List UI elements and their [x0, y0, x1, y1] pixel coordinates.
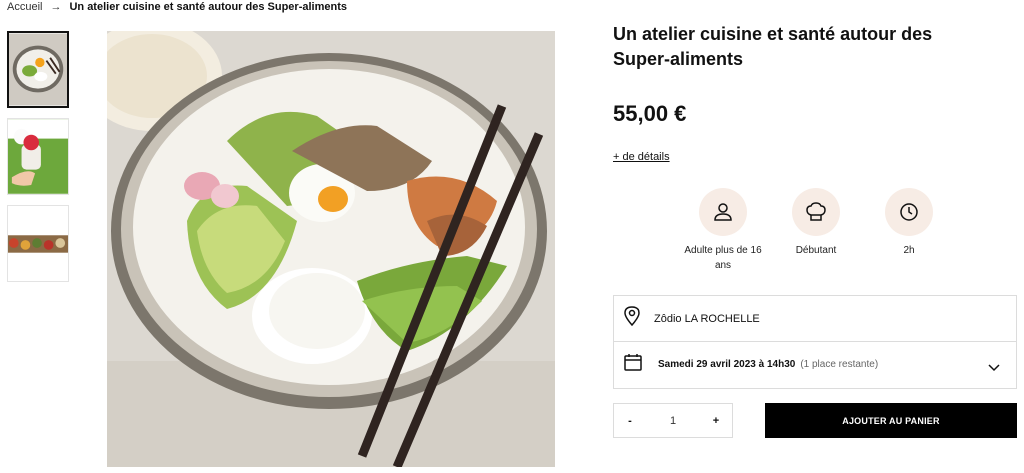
product-title: Un atelier cuisine et santé autour des S…	[613, 24, 933, 69]
session-availability: (1 place restante)	[800, 359, 879, 370]
breadcrumb-home-link[interactable]: Accueil	[7, 1, 42, 13]
clock-icon	[885, 188, 933, 236]
map-pin-icon	[624, 306, 640, 331]
details-link[interactable]: + de détails	[613, 151, 670, 163]
user-icon	[699, 188, 747, 236]
feature-level: Débutant	[774, 188, 858, 273]
product-price: 55,00 €	[613, 101, 687, 126]
session-date-select[interactable]: Samedi 29 avril 2023 à 14h30 (1 place re…	[613, 341, 1017, 389]
quantity-increase-button[interactable]: +	[710, 415, 722, 427]
chevron-down-icon[interactable]	[988, 359, 1000, 377]
quantity-value[interactable]: 1	[670, 415, 676, 427]
product-main-image	[107, 31, 555, 467]
feature-list: Adulte plus de 16 ans Débutant 2h	[681, 188, 951, 273]
store-location-label: Zôdio LA ROCHELLE	[654, 312, 760, 325]
feature-duration: 2h	[867, 188, 951, 273]
breadcrumb-separator: →	[50, 1, 62, 13]
session-date: Samedi 29 avril 2023 à 14h30	[658, 359, 796, 370]
feature-audience: Adulte plus de 16 ans	[681, 188, 765, 273]
add-to-cart-button[interactable]: AJOUTER AU PANIER	[765, 403, 1017, 438]
thumbnail-ingredients[interactable]	[7, 205, 69, 282]
feature-level-label: Débutant	[795, 245, 837, 256]
calendar-icon	[624, 353, 642, 376]
store-location[interactable]: Zôdio LA ROCHELLE	[613, 295, 1017, 342]
chef-hat-icon	[792, 188, 840, 236]
feature-audience-label: Adulte plus de 16 ans	[684, 245, 762, 271]
thumbnail-bowl[interactable]	[7, 31, 69, 108]
breadcrumb-current: Un atelier cuisine et santé autour des S…	[69, 1, 347, 13]
feature-duration-label: 2h	[903, 245, 915, 256]
quantity-stepper: - 1 +	[613, 403, 733, 438]
breadcrumb: Accueil → Un atelier cuisine et santé auto…	[7, 1, 347, 13]
thumbnail-gallery	[7, 31, 70, 292]
quantity-decrease-button[interactable]: -	[624, 415, 636, 427]
thumbnail-pudding[interactable]	[7, 118, 69, 195]
